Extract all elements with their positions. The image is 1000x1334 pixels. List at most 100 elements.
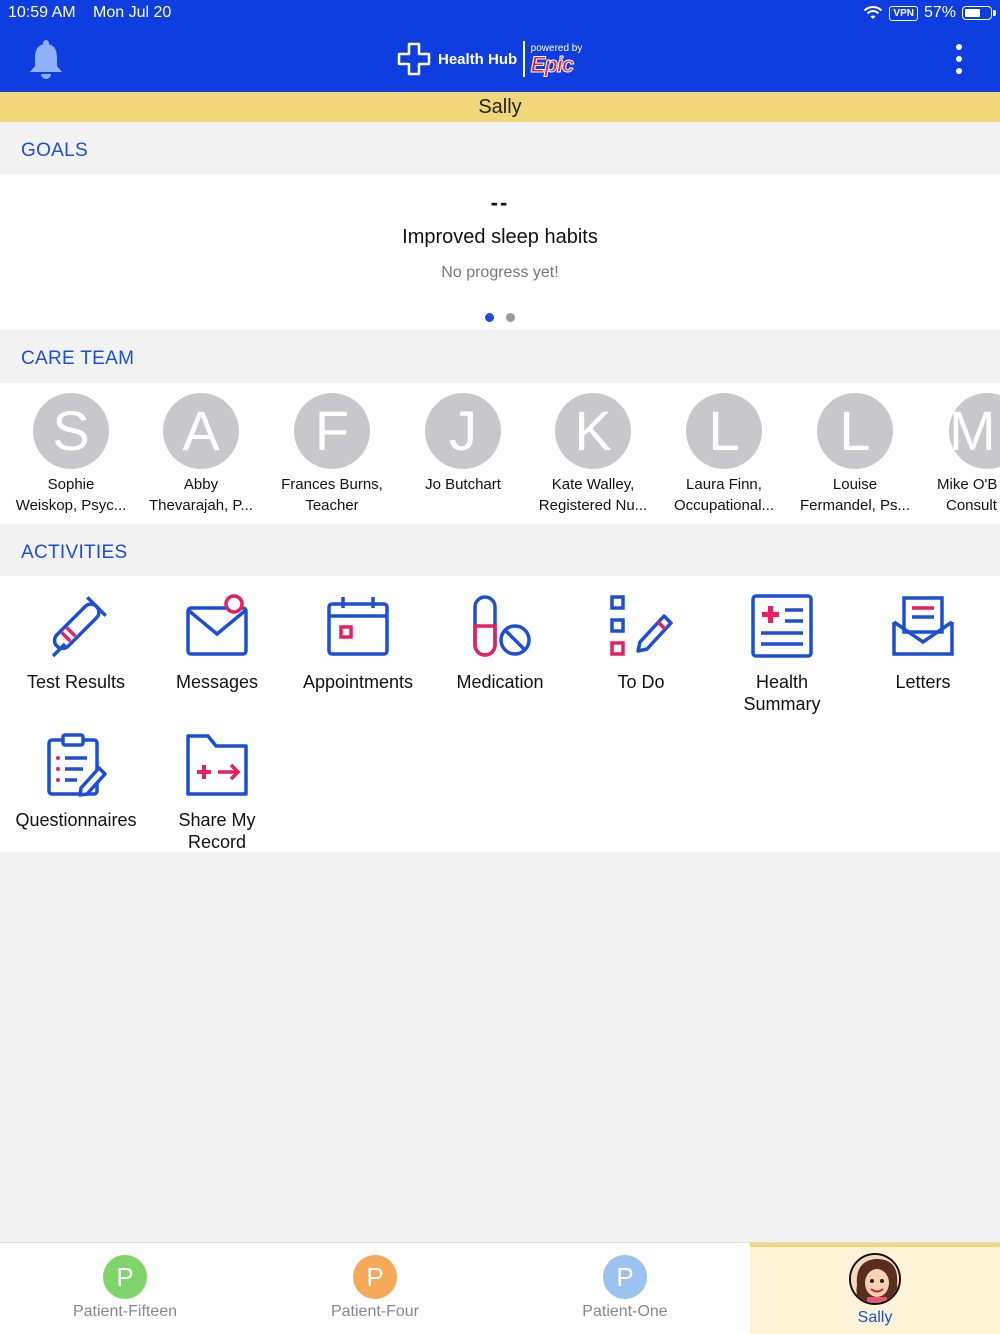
care-team-member[interactable]: K Kate Walley, Registered Nu... bbox=[528, 393, 658, 516]
health-hub-logo: Health Hub powered by Epic bbox=[396, 38, 582, 80]
activity-health-summary[interactable]: Health Summary bbox=[712, 594, 852, 715]
brand-name: Health Hub bbox=[438, 50, 518, 68]
member-role: Weiskop, Psyc... bbox=[15, 497, 127, 514]
patient-avatar: P bbox=[353, 1255, 397, 1299]
member-role: Consult bbox=[946, 497, 997, 514]
activity-appointments[interactable]: Appointments bbox=[288, 594, 428, 693]
patient-avatar: P bbox=[603, 1255, 647, 1299]
cross-logo-icon bbox=[397, 42, 431, 76]
member-name: Abby bbox=[183, 476, 219, 493]
activity-label-2: Record bbox=[187, 832, 247, 852]
member-name: Sophie bbox=[47, 476, 95, 493]
care-team-member[interactable]: A Abby Thevarajah, P... bbox=[136, 393, 266, 516]
checklist-icon bbox=[610, 595, 673, 656]
tab-label: Patient-Fifteen bbox=[72, 1303, 178, 1320]
page-indicator[interactable] bbox=[0, 313, 1000, 322]
care-team-member[interactable]: M Mike O'B Consult bbox=[921, 393, 1000, 516]
avatar: F bbox=[294, 393, 370, 469]
tab-label: Patient-Four bbox=[330, 1303, 420, 1320]
activity-label: Medication bbox=[456, 672, 544, 692]
care-team-member[interactable]: L Louise Fermandel, Ps... bbox=[790, 393, 920, 516]
care-team-member[interactable]: J Jo Butchart bbox=[398, 393, 528, 495]
member-name: Louise bbox=[832, 476, 878, 493]
activities-header: ACTIVITIES bbox=[0, 524, 1000, 576]
letter-icon bbox=[892, 596, 954, 656]
app-header: 10:59 AM Mon Jul 20 VPN 57% Health Hub p… bbox=[0, 0, 1000, 92]
activity-label: Share My bbox=[178, 810, 256, 830]
member-role: Teacher bbox=[305, 497, 359, 514]
status-right: VPN 57% bbox=[863, 4, 996, 22]
activity-label: Messages bbox=[175, 672, 259, 692]
tab-patient-four[interactable]: P Patient-Four bbox=[250, 1243, 500, 1334]
patient-name-bar: Sally bbox=[0, 92, 1000, 122]
goal-title: Improved sleep habits bbox=[402, 226, 598, 248]
avatar: A bbox=[163, 393, 239, 469]
activity-label: Questionnaires bbox=[15, 810, 137, 830]
activity-questionnaires[interactable]: Questionnaires bbox=[6, 732, 146, 831]
avatar: M bbox=[949, 393, 1000, 469]
care-team-member[interactable]: S Sophie Weiskop, Psyc... bbox=[6, 393, 136, 516]
tab-patient-one[interactable]: P Patient-One bbox=[500, 1243, 750, 1334]
member-name: Mike O'B bbox=[937, 476, 998, 493]
wifi-icon bbox=[864, 5, 883, 19]
patient-avatar: P bbox=[103, 1255, 147, 1299]
member-role: Occupational... bbox=[673, 497, 775, 514]
activity-label: Letters bbox=[895, 672, 951, 692]
member-name: Laura Finn, bbox=[686, 476, 762, 493]
care-team-member[interactable]: L Laura Finn, Occupational... bbox=[659, 393, 789, 516]
member-role: Registered Nu... bbox=[538, 497, 648, 514]
test-tube-icon bbox=[51, 596, 107, 658]
status-bar: 10:59 AM Mon Jul 20 VPN 57% bbox=[0, 0, 1000, 26]
goals-card[interactable]: -- Improved sleep habits No progress yet… bbox=[0, 174, 1000, 330]
tab-label: Patient-One bbox=[582, 1303, 668, 1320]
member-name: Kate Walley, bbox=[551, 476, 635, 493]
vpn-badge: VPN bbox=[889, 5, 918, 21]
goal-value: -- bbox=[490, 190, 510, 215]
tab-sally[interactable]: Sally bbox=[750, 1243, 1000, 1334]
member-name: Frances Burns, bbox=[281, 476, 383, 493]
activity-label: Appointments bbox=[302, 672, 414, 692]
member-name: Jo Butchart bbox=[425, 476, 501, 493]
battery-icon bbox=[962, 6, 996, 20]
activity-medication[interactable]: Medication bbox=[430, 594, 570, 693]
activity-label: Health bbox=[755, 672, 809, 692]
tab-patient-fifteen[interactable]: P Patient-Fifteen bbox=[0, 1243, 250, 1334]
avatar: S bbox=[33, 393, 109, 469]
care-team-member[interactable]: F Frances Burns, Teacher bbox=[267, 393, 397, 516]
activity-messages[interactable]: Messages bbox=[147, 594, 287, 693]
activity-to-do[interactable]: To Do bbox=[571, 594, 711, 693]
patient-tab-bar: P Patient-Fifteen P Patient-Four P Patie… bbox=[0, 1242, 1000, 1334]
avatar: L bbox=[686, 393, 762, 469]
pill-icon bbox=[473, 595, 531, 657]
folder-share-icon bbox=[186, 734, 248, 796]
activity-label: To Do bbox=[617, 672, 665, 692]
activities-grid: Test Results Messages Appointments Medic… bbox=[0, 576, 1000, 852]
more-menu-icon[interactable] bbox=[954, 44, 964, 74]
care-team-list[interactable]: S Sophie Weiskop, Psyc... A Abby Thevara… bbox=[0, 383, 1000, 524]
sally-avatar-icon bbox=[849, 1253, 901, 1305]
activity-test-results[interactable]: Test Results bbox=[6, 594, 146, 693]
bell-icon[interactable] bbox=[26, 38, 66, 80]
goals-header: GOALS bbox=[0, 122, 1000, 174]
clipboard-icon bbox=[47, 733, 107, 797]
goal-progress: No progress yet! bbox=[441, 264, 559, 281]
status-date: Mon Jul 20 bbox=[93, 4, 172, 21]
health-summary-icon bbox=[751, 594, 813, 658]
member-role: Thevarajah, P... bbox=[149, 497, 253, 514]
avatar: J bbox=[425, 393, 501, 469]
status-time: 10:59 AM bbox=[8, 4, 76, 21]
envelope-icon bbox=[186, 594, 248, 656]
care-team-header: CARE TEAM bbox=[0, 330, 1000, 382]
avatar: L bbox=[817, 393, 893, 469]
battery-percent: 57% bbox=[923, 4, 956, 21]
activity-share-my-record[interactable]: Share My Record bbox=[147, 732, 287, 853]
page-dot-2[interactable] bbox=[506, 313, 515, 322]
activity-label-2: Summary bbox=[743, 694, 821, 714]
member-role: Fermandel, Ps... bbox=[799, 497, 911, 514]
vendor-logo: Epic bbox=[530, 51, 574, 77]
page-dot-1[interactable] bbox=[485, 313, 494, 322]
tab-label: Sally bbox=[857, 1309, 893, 1326]
calendar-icon bbox=[327, 597, 389, 656]
avatar: K bbox=[555, 393, 631, 469]
activity-letters[interactable]: Letters bbox=[853, 594, 993, 693]
